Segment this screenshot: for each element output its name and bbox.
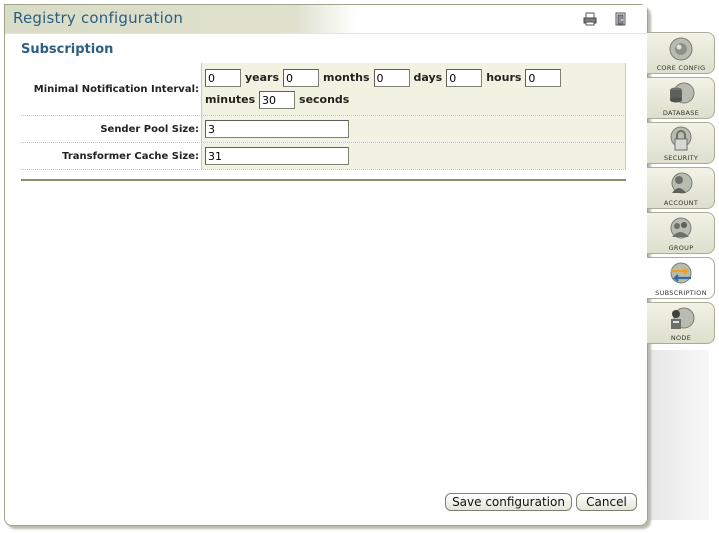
- interval-fields: years months days hours minutes seconds: [201, 63, 626, 115]
- transformer-cache-row: Transformer Cache Size:: [21, 143, 626, 170]
- tab-core-config[interactable]: CORE CONFIG: [647, 32, 715, 74]
- save-configuration-button[interactable]: Save configuration: [445, 493, 572, 511]
- lock-icon: [670, 126, 692, 151]
- hours-label: hours: [486, 71, 522, 84]
- node-icon: [671, 307, 695, 329]
- tab-label: GROUP: [668, 244, 694, 252]
- group-icon: [670, 217, 692, 239]
- interval-row: Minimal Notification Interval: years mont…: [21, 63, 626, 116]
- tab-security[interactable]: SECURITY: [647, 122, 715, 164]
- subscription-form: Minimal Notification Interval: years mont…: [21, 63, 626, 170]
- days-input[interactable]: [373, 69, 410, 87]
- sender-pool-cell: [201, 116, 626, 142]
- subscription-icon: [670, 262, 692, 284]
- years-label: years: [245, 71, 280, 84]
- section-divider: [21, 179, 626, 181]
- tab-label: ACCOUNT: [663, 199, 699, 207]
- config-panel: Registry configuration Subscription Mini…: [4, 4, 648, 526]
- years-input[interactable]: [205, 69, 241, 87]
- days-label: days: [413, 71, 443, 84]
- tab-subscription[interactable]: SUBSCRIPTION: [647, 257, 715, 299]
- sender-pool-row: Sender Pool Size:: [21, 116, 626, 143]
- transformer-cache-label: Transformer Cache Size:: [62, 150, 199, 162]
- section-title: Subscription: [21, 42, 114, 57]
- cancel-button[interactable]: Cancel: [576, 493, 637, 511]
- title-bar: Registry configuration: [5, 5, 647, 34]
- tab-node[interactable]: NODE: [647, 302, 715, 344]
- exit-icon[interactable]: [614, 12, 628, 26]
- print-icon[interactable]: [583, 12, 597, 26]
- seconds-input[interactable]: [525, 69, 562, 87]
- tab-label: SECURITY: [663, 154, 699, 162]
- database-icon: [670, 82, 695, 104]
- interval-label: Minimal Notification Interval:: [33, 83, 199, 95]
- sender-pool-label: Sender Pool Size:: [100, 123, 199, 135]
- gear-icon: [669, 37, 693, 61]
- side-tabs: CORE CONFIG DATABASE SECURITY ACCOUNT GR…: [647, 32, 715, 347]
- tab-label: SUBSCRIPTION: [655, 289, 707, 297]
- months-label: months: [323, 71, 370, 84]
- transformer-cache-input[interactable]: [205, 147, 349, 165]
- tab-account[interactable]: ACCOUNT: [647, 167, 715, 209]
- months-input[interactable]: [283, 69, 320, 87]
- window-title: Registry configuration: [13, 9, 184, 27]
- sender-pool-input[interactable]: [205, 120, 349, 138]
- tab-rail-background: [647, 350, 709, 520]
- hours-input[interactable]: [446, 69, 483, 87]
- tab-group[interactable]: GROUP: [647, 212, 715, 254]
- seconds-label: seconds: [299, 93, 350, 106]
- user-icon: [671, 172, 693, 194]
- tab-label: NODE: [670, 334, 692, 342]
- tab-label: CORE CONFIG: [656, 64, 706, 72]
- tab-database[interactable]: DATABASE: [647, 77, 715, 119]
- minutes-label: minutes: [205, 93, 256, 106]
- transformer-cache-cell: [201, 143, 626, 169]
- tab-label: DATABASE: [662, 109, 700, 117]
- minutes-input[interactable]: [259, 91, 296, 109]
